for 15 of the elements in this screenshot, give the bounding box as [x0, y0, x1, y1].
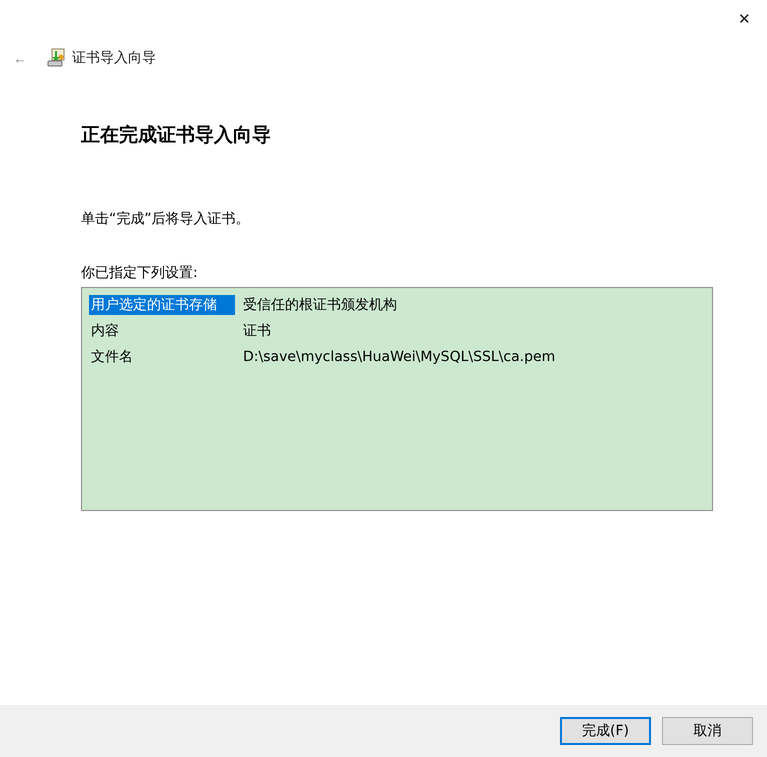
close-button[interactable]: ✕	[734, 8, 755, 30]
setting-name[interactable]: 文件名	[89, 347, 235, 367]
setting-value: 证书	[242, 322, 271, 340]
setting-name[interactable]: 内容	[89, 321, 235, 341]
setting-name[interactable]: 用户选定的证书存储	[89, 295, 235, 315]
dialog-button[interactable]: 取消	[662, 717, 753, 745]
page-heading: 正在完成证书导入向导	[81, 123, 272, 148]
back-button[interactable]: ←	[10, 50, 30, 66]
window-title: 证书导入向导	[72, 49, 156, 67]
setting-value: D:\save\myclass\HuaWei\MySQL\SSL\ca.pem	[242, 349, 556, 365]
settings-label: 你已指定下列设置:	[81, 264, 199, 282]
certificate-import-icon	[46, 48, 66, 68]
instruction-text: 单击“完成”后将导入证书。	[81, 210, 251, 228]
dialog-button[interactable]: 完成(F)	[560, 717, 651, 745]
setting-value: 受信任的根证书颁发机构	[242, 296, 397, 314]
